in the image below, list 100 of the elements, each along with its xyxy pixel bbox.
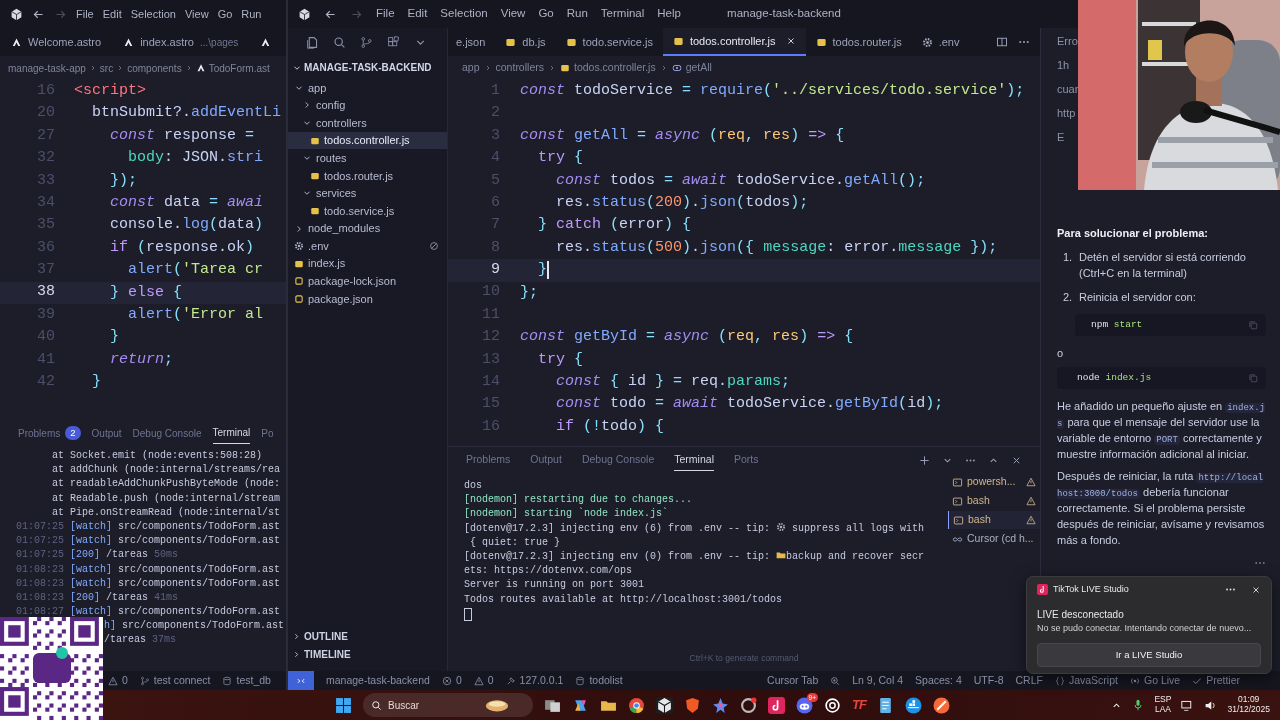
tree-item[interactable]: routes [288,149,447,167]
panel-tab[interactable]: Debug Console [132,422,202,444]
menu-item[interactable]: Go [217,5,233,23]
breadcrumb-item[interactable]: TodoForm.ast [208,60,270,76]
panel-tab[interactable]: Output [91,422,122,444]
editor-tab[interactable]: Welcome.astro [0,28,113,56]
breadcrumb-item[interactable]: src [99,60,114,76]
editor-tab[interactable]: todo.service.js [555,28,663,56]
terminal-instance[interactable]: bash [948,511,1040,529]
tree-item[interactable]: controllers [288,114,447,132]
menu-item[interactable]: Selection [130,5,176,23]
panel-tab[interactable]: Ports [733,449,759,471]
tree-item[interactable]: index.js [288,254,447,273]
menu-item[interactable]: View [184,5,209,23]
status-item[interactable]: 0 [441,672,462,689]
breadcrumb-item[interactable]: controllers [495,60,544,76]
editor-tab[interactable]: .env [911,28,970,56]
panel-tab[interactable]: Debug Console [581,449,655,471]
menu-item[interactable]: Run [241,5,262,23]
panel-tab[interactable]: Terminal [212,422,251,444]
menu-item[interactable]: Help [657,5,681,23]
editor-tab[interactable]: index.astro ...\pages [112,28,250,56]
menu-item[interactable]: Run [566,5,588,23]
status-item[interactable]: manage-task-backend [326,672,430,689]
terminal-instance[interactable]: Cursor (cd h... [948,530,1040,548]
breadcrumb-item[interactable]: components [127,60,182,76]
breadcrumb-item[interactable]: manage-task-app [8,60,86,76]
status-item[interactable]: 0 [473,672,494,689]
tree-item[interactable]: package.json [288,290,447,308]
chat-text: Erro [1057,34,1079,49]
menu-item[interactable]: File [76,5,94,23]
search-input[interactable]: Buscar [388,697,478,713]
app-logo[interactable]: TF [852,695,866,715]
status-item[interactable]: 0 [108,672,128,689]
line-number: 37 [36,260,55,281]
editor-tab[interactable]: db.js [495,28,556,56]
code-line: if (response.ok) [109,237,255,258]
editor-tab[interactable]: todos.router.js [805,28,912,56]
clock-date[interactable]: 31/12/2025 [1227,705,1270,715]
status-item[interactable]: Cursor Tab [767,672,819,689]
panel-tab[interactable]: Output [530,449,562,471]
terminal-line: [nodemon] restarting due to changes... [464,493,694,508]
status-item[interactable]: CRLF [1015,672,1043,689]
tree-item[interactable]: todos.controller.js [288,131,447,150]
line-number: 3 [490,125,500,146]
status-item[interactable]: test_db [222,672,271,689]
tree-item[interactable]: node_modules [288,219,447,238]
tree-item[interactable]: app [288,79,447,97]
notification-button[interactable]: Ir a LIVE Studio [1037,643,1261,668]
status-item[interactable]: Go Live [1129,672,1181,689]
tree-item[interactable]: config [288,96,447,115]
line-number: 14 [481,372,500,393]
terminal-line: [dotenv@17.2.3] injecting env (0) from .env -- tip: backup and recover secr [464,549,925,564]
status-item[interactable]: UTF-8 [973,672,1004,689]
panel-tab[interactable]: Problems 2 [18,422,81,444]
status-item[interactable]: JavaScript [1054,672,1118,689]
editor-tab[interactable]: todos.controller.js [662,28,806,56]
terminal-line: at readableAddChunkPushByteMode (node: [51,477,282,492]
search-box[interactable]: Buscar [363,693,533,717]
menu-item[interactable]: Go [538,5,554,23]
code-line: res.status(200).json(todos); [555,192,809,213]
language-indicator[interactable]: ESP [1154,695,1172,705]
code-line: try { [537,349,584,370]
terminal-line: [nodemon] starting `node index.js` [464,507,670,522]
status-item[interactable]: 127.0.0.1 [505,672,564,689]
section-header[interactable]: TIMELINE [288,645,447,663]
region-indicator[interactable]: LAA [1154,705,1171,715]
panel-tab[interactable]: Problems [466,449,511,471]
terminal-line: 01:08:27 [watch] src/components/TodoForm.ast [15,605,282,620]
menu-item[interactable]: Edit [102,5,122,23]
code-snippet: npm start [1091,317,1143,332]
breadcrumb-item[interactable]: todos.controller.js [573,60,656,76]
menu-item[interactable]: Selection [440,5,488,23]
status-item[interactable]: Ln 9, Col 4 [852,672,904,689]
menu-item[interactable]: Edit [407,5,428,23]
line-number: 13 [481,349,500,370]
panel-tab[interactable]: Terminal [674,448,714,472]
menu-item[interactable]: Terminal [600,5,645,23]
editor-tab[interactable]: e.json [452,28,496,56]
terminal-instance[interactable]: powersh... [948,473,1040,491]
status-item[interactable]: Spaces: 4 [915,672,962,689]
tree-item[interactable]: package-lock.json [288,272,447,291]
tree-item[interactable]: .env [288,237,447,255]
chat-paragraph: He añadido un pequeño ajuste en index.js para que el mensaje del servidor use la variable de entorno PORT correctamente y muestre información adicional al iniciar. [1057,399,1266,463]
status-item[interactable]: todolist [575,672,623,689]
clock-time[interactable]: 01:09 [1238,695,1260,705]
breadcrumb-item[interactable]: app [462,60,480,76]
panel-tab[interactable]: Po [261,422,274,444]
menu-item[interactable]: View [500,5,526,23]
tree-item[interactable]: todo.service.js [288,202,447,220]
code-line: const todo = await todoService.getById(id); [555,394,944,415]
tree-item[interactable]: services [288,184,447,203]
section-header[interactable]: OUTLINE [288,627,447,645]
breadcrumb-item[interactable]: getAll [685,60,712,76]
terminal-instance[interactable]: bash [948,492,1040,510]
menu-item[interactable]: File [376,5,395,23]
status-item[interactable]: test connect [139,672,211,689]
tree-item[interactable]: todos.router.js [288,166,447,185]
status-item[interactable]: Prettier [1192,672,1240,689]
code-line: console.log(data) [109,215,264,236]
